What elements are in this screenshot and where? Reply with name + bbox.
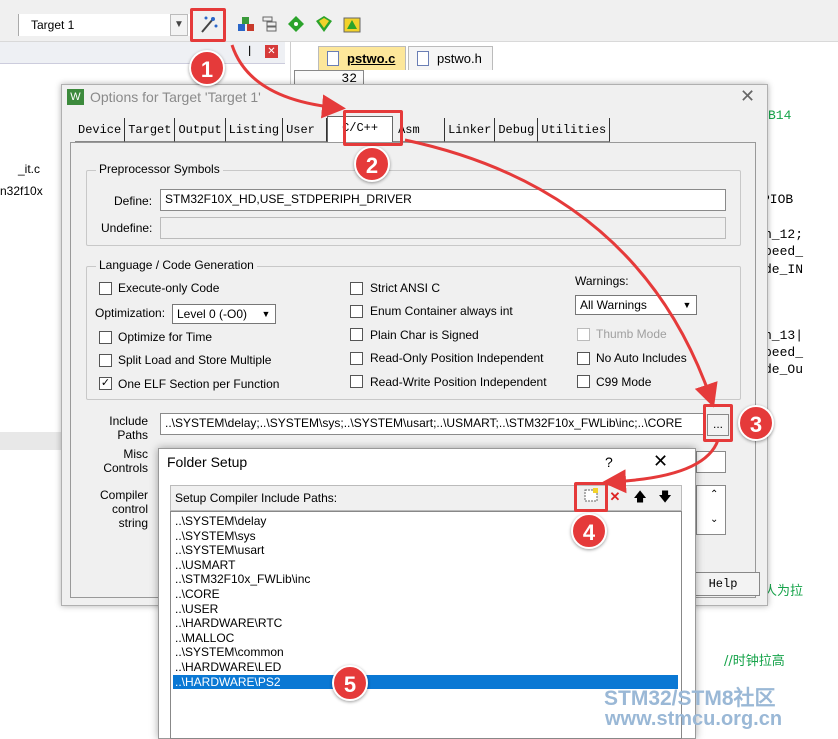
- arrow-1-to-2: [230, 44, 346, 119]
- arrow-2-to-3: [404, 138, 718, 408]
- highlight-box-browse-button: [703, 404, 733, 442]
- watermark-url: www.stmcu.org.cn: [605, 708, 783, 730]
- step-badge-1: 1: [189, 50, 225, 86]
- step-badge-5: 5: [332, 665, 368, 701]
- step-badge-2: 2: [354, 146, 390, 182]
- step-badge-4: 4: [571, 513, 607, 549]
- arrow-3-to-4: [602, 439, 720, 494]
- highlight-box-c-cpp-tab: [343, 110, 403, 146]
- step-badge-3: 3: [738, 405, 774, 441]
- highlight-box-new-folder: [574, 482, 608, 512]
- annotation-arrows: [230, 44, 720, 494]
